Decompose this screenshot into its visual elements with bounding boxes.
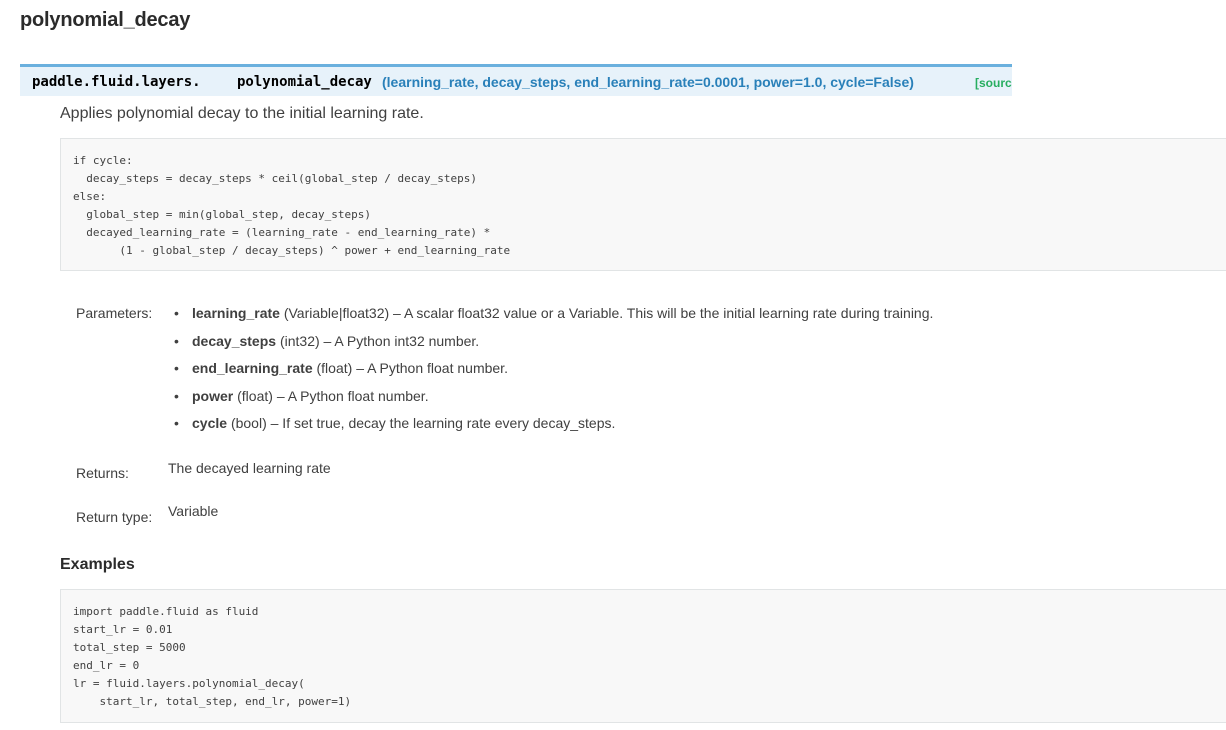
- parameter-name: cycle: [192, 415, 228, 431]
- code-line: end_lr = 0: [73, 659, 140, 672]
- code-line: global_step = min(global_step, decay_ste…: [73, 208, 372, 221]
- page-title: polynomial_decay: [20, 9, 191, 31]
- parameter-name: end_learning_rate: [192, 360, 313, 376]
- parameter-name: power: [192, 387, 234, 404]
- example-code: import paddle.fluid as fluid start_lr = …: [61, 590, 1226, 722]
- parameter-desc: – A scalar float32 value or a Variable. …: [393, 305, 934, 321]
- parameter-item: • end_learning_rate (float) – A Python fl…: [174, 360, 508, 376]
- source-link[interactable]: [source]: [975, 76, 1012, 90]
- code-line: start_lr = 0.01: [73, 623, 173, 636]
- parameter-item: • decay_steps (int32) – A Python int32 nu…: [174, 332, 480, 349]
- parameter-type: (Variable|float32): [283, 305, 390, 321]
- doc-page: polynomial_decay paddle.fluid.layers. po…: [0, 0, 1226, 730]
- code-line: else:: [73, 190, 107, 203]
- parameter-item: • cycle (bool) – If set true, decay the l…: [174, 415, 616, 431]
- code-line: decayed_learning_rate = (learning_rate -…: [73, 226, 491, 239]
- parameters-list: • learning_rate (Variable|float32) – A sc…: [172, 302, 933, 440]
- formula-code: if cycle: decay_steps = decay_steps * ce…: [61, 139, 1226, 270]
- function-description: Applies polynomial decay to the initial …: [60, 105, 424, 122]
- return-type-label: Return type:: [76, 509, 153, 525]
- returns-label: Returns:: [76, 465, 129, 481]
- example-code-block: import paddle.fluid as fluid start_lr = …: [60, 589, 1226, 723]
- parameter-type: (float): [316, 360, 353, 376]
- code-line: if cycle:: [73, 154, 133, 167]
- parameter-item: • learning_rate (Variable|float32) – A sc…: [174, 305, 934, 321]
- formula-code-block: if cycle: decay_steps = decay_steps * ce…: [60, 138, 1226, 271]
- parameter-name: decay_steps: [192, 332, 277, 349]
- parameter-type: (float): [237, 387, 273, 404]
- return-type-value: Variable: [168, 503, 219, 519]
- code-line: lr = fluid.layers.polynomial_decay(: [73, 677, 305, 690]
- code-line: total_step = 5000: [73, 641, 186, 654]
- examples-heading: Examples: [60, 556, 135, 573]
- parameter-desc: – A Python float number.: [356, 360, 508, 376]
- parameter-desc: – A Python int32 number.: [323, 332, 480, 349]
- parameter-desc: – A Python float number.: [276, 387, 429, 404]
- code-line: decay_steps = decay_steps * ceil(global_…: [73, 172, 477, 185]
- returns-value: The decayed learning rate: [168, 460, 331, 476]
- parameter-item: • power (float) – A Python float number.: [174, 387, 429, 404]
- parameter-desc: – If set true, decay the learning rate e…: [270, 415, 616, 431]
- code-line: import paddle.fluid as fluid: [73, 605, 259, 618]
- function-signature: paddle.fluid.layers. polynomial_decay (l…: [20, 64, 1012, 96]
- parameter-type: (int32): [279, 332, 320, 349]
- code-line: start_lr, total_step, end_lr, power=1): [73, 695, 352, 708]
- signature-module-prefix: paddle.fluid.layers.: [32, 74, 201, 90]
- signature-function-name: polynomial_decay: [237, 74, 372, 90]
- parameter-name: learning_rate: [192, 305, 280, 321]
- signature-parameters: (learning_rate, decay_steps, end_learnin…: [382, 74, 914, 90]
- parameter-type: (bool): [230, 415, 267, 431]
- parameters-label: Parameters:: [76, 305, 153, 321]
- code-line: (1 - global_step / decay_steps) ^ power …: [73, 244, 511, 257]
